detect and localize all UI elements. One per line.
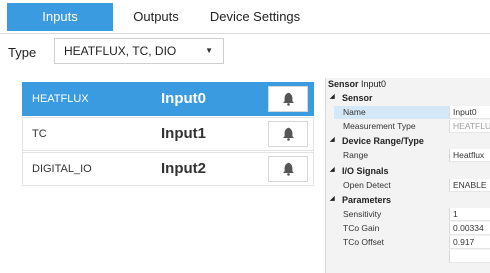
- input-name-label: Input0: [161, 90, 206, 107]
- input-type-label: DIGITAL_IO: [32, 163, 92, 175]
- category-io-signals[interactable]: ◢ I/O Signals: [326, 165, 490, 178]
- type-dropdown[interactable]: HEATFLUX, TC, DIO ▼: [54, 38, 224, 64]
- property-row[interactable]: Measurement Type HEATFLU: [334, 120, 490, 133]
- property-row[interactable]: TCo Gain 0.00334: [334, 222, 490, 235]
- property-row[interactable]: TCo Offset 0.917: [334, 236, 490, 249]
- alarm-button[interactable]: [268, 156, 308, 182]
- alarm-button[interactable]: [268, 121, 308, 147]
- property-row[interactable]: Open Detect ENABLE: [334, 179, 490, 192]
- input-name-label: Input2: [161, 160, 206, 177]
- device-config-window: Inputs Outputs Device Settings Type HEAT…: [0, 0, 490, 273]
- category-sensor[interactable]: ◢ Sensor: [326, 92, 490, 105]
- input-type-label: HEATFLUX: [32, 93, 89, 105]
- category-parameters[interactable]: ◢ Parameters: [326, 194, 490, 207]
- tab-outputs[interactable]: Outputs: [113, 3, 199, 31]
- input-type-label: TC: [32, 128, 47, 140]
- collapse-triangle-icon: ◢: [330, 167, 335, 173]
- tab-device-settings[interactable]: Device Settings: [199, 3, 311, 31]
- chevron-down-icon: ▼: [205, 46, 213, 55]
- property-grid-title: Sensor Input0: [328, 79, 387, 89]
- type-dropdown-value: HEATFLUX, TC, DIO: [64, 44, 177, 58]
- collapse-triangle-icon: ◢: [330, 196, 335, 202]
- input-name-label: Input1: [161, 125, 206, 142]
- property-row[interactable]: Range Heatflux: [334, 149, 490, 162]
- property-row[interactable]: [334, 250, 490, 263]
- property-value[interactable]: [449, 250, 490, 263]
- property-value[interactable]: 1: [449, 208, 490, 221]
- collapse-triangle-icon: ◢: [330, 137, 335, 143]
- property-row[interactable]: Sensitivity 1: [334, 208, 490, 221]
- tab-inputs[interactable]: Inputs: [7, 3, 113, 31]
- type-label: Type: [8, 45, 37, 60]
- property-value[interactable]: 0.00334: [449, 222, 490, 235]
- bell-icon: [283, 92, 294, 106]
- property-value[interactable]: Heatflux: [449, 149, 490, 162]
- input-row-digital-io[interactable]: DIGITAL_IO Input2: [22, 152, 314, 186]
- tab-bar: Inputs Outputs Device Settings: [0, 0, 490, 34]
- bell-icon: [283, 162, 294, 176]
- input-row-tc[interactable]: TC Input1: [22, 117, 314, 151]
- property-value[interactable]: Input0: [449, 106, 490, 119]
- bell-icon: [283, 127, 294, 141]
- property-value[interactable]: 0.917: [449, 236, 490, 249]
- category-device-range[interactable]: ◢ Device Range/Type: [326, 135, 490, 148]
- input-row-heatflux[interactable]: HEATFLUX Input0: [22, 82, 314, 116]
- collapse-triangle-icon: ◢: [330, 94, 335, 100]
- alarm-button[interactable]: [268, 86, 308, 112]
- property-grid: Sensor Input0 ◢ Sensor Name Input0 Measu…: [325, 78, 490, 273]
- property-row[interactable]: Name Input0: [334, 106, 490, 119]
- property-value: HEATFLU: [449, 120, 490, 133]
- property-value[interactable]: ENABLE: [449, 179, 490, 192]
